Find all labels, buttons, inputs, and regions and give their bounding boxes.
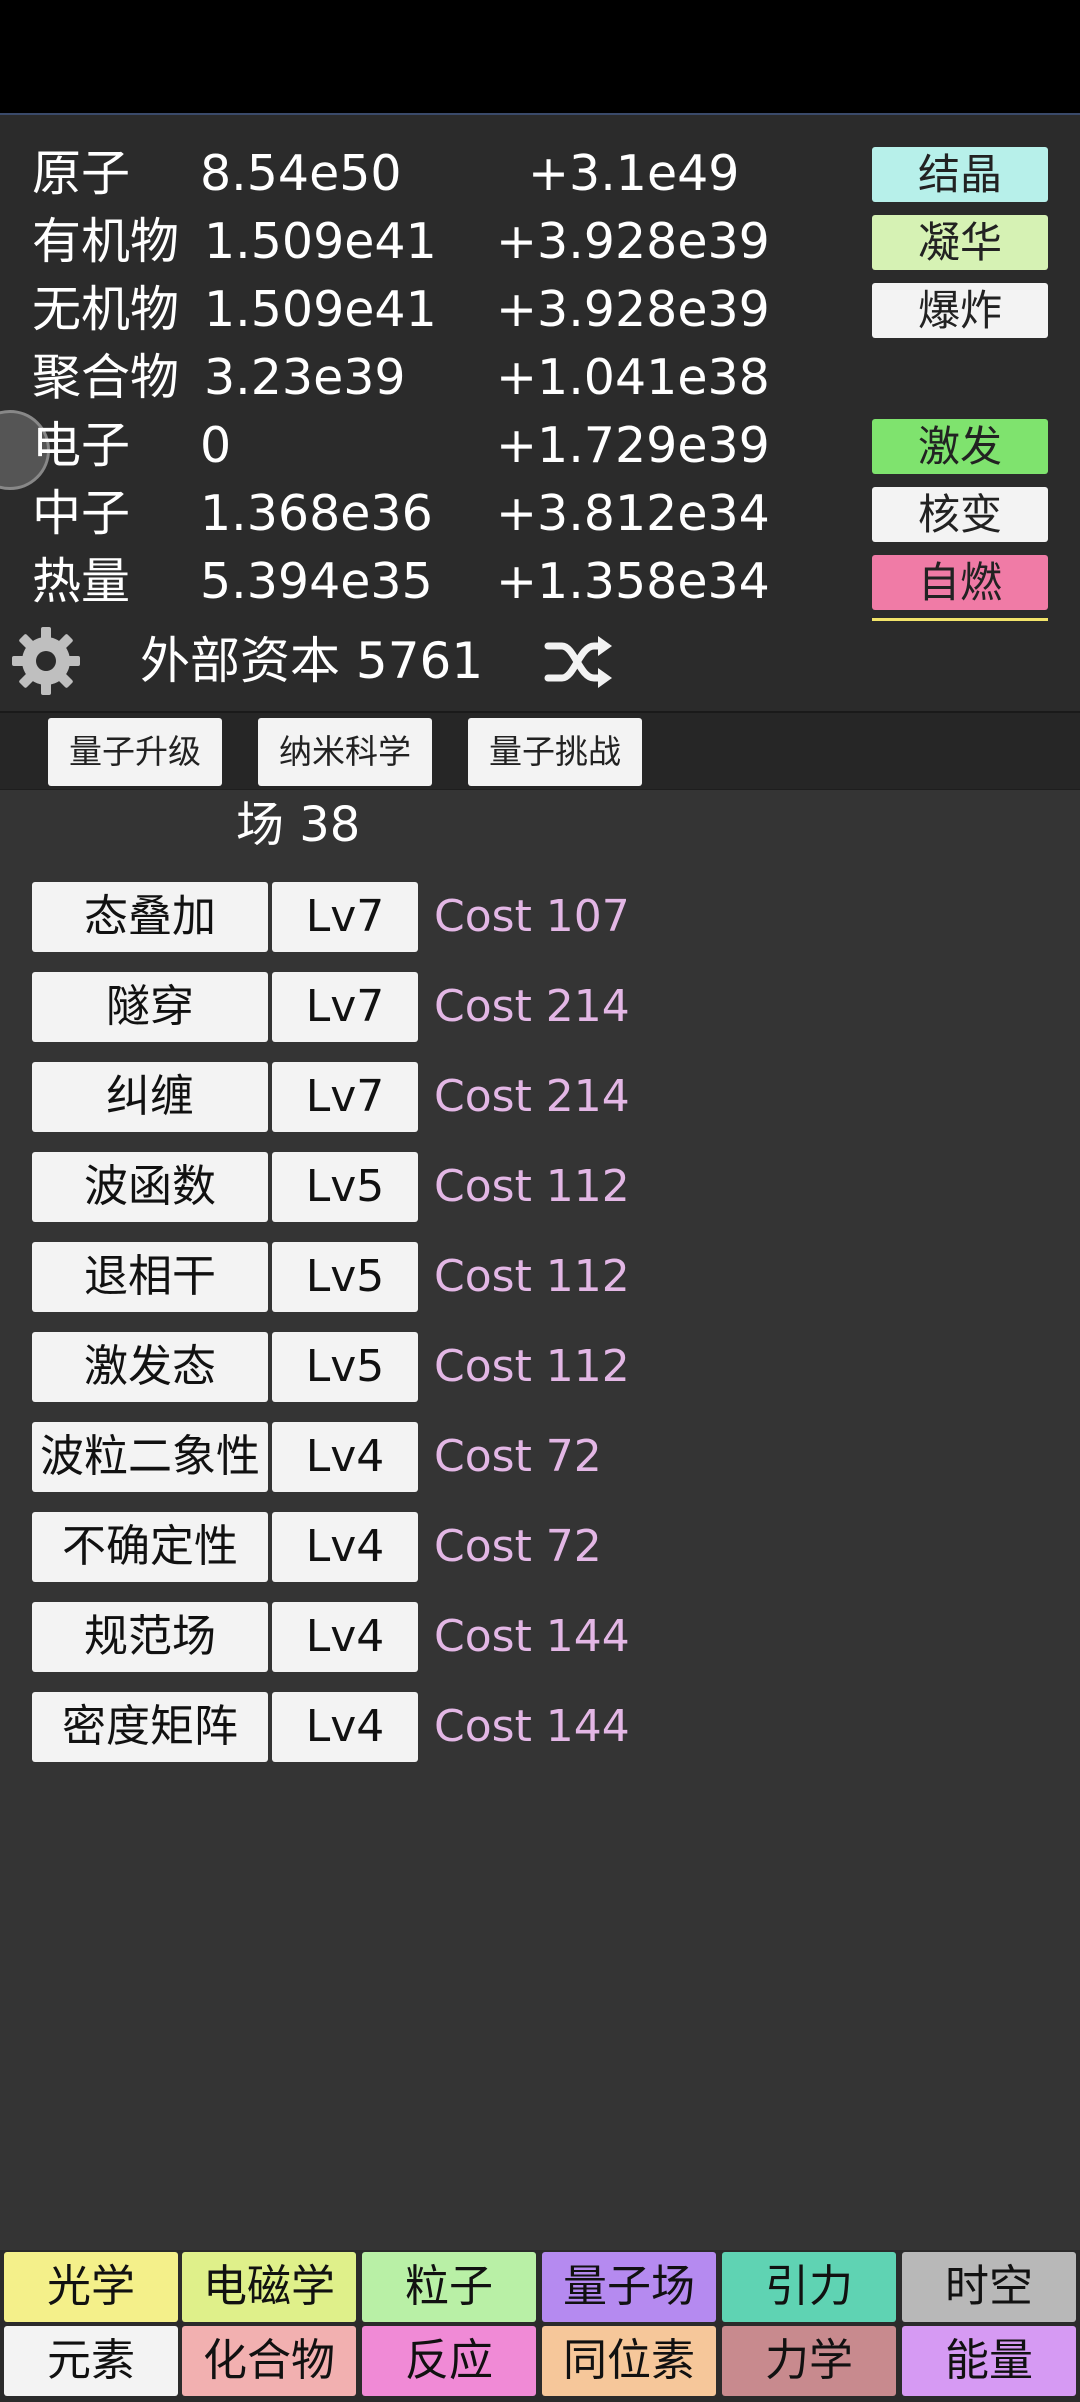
upgrade-cost: Cost 72 [434, 1521, 602, 1572]
category-energy[interactable]: 能量 [902, 2326, 1076, 2396]
resource-rate: +3.1e49 [528, 145, 740, 202]
resource-amount: 1.509e41 [204, 281, 437, 338]
resource-name: 中子 [32, 485, 131, 542]
resource-name: 电子 [32, 417, 131, 474]
category-reactions[interactable]: 反应 [362, 2326, 536, 2396]
tab-quantum-challenge[interactable]: 量子挑战 [468, 718, 642, 786]
progress-indicator-line [872, 618, 1048, 621]
upgrade-cost: Cost 214 [434, 981, 630, 1032]
upgrade-level-button[interactable]: Lv5 [272, 1242, 418, 1312]
resource-name: 有机物 [32, 213, 180, 270]
upgrade-level-button[interactable]: Lv5 [272, 1332, 418, 1402]
resource-amount: 8.54e50 [200, 145, 402, 202]
resource-amount: 3.23e39 [204, 349, 406, 406]
crystallize-button[interactable]: 结晶 [872, 147, 1048, 202]
upgrade-name-button[interactable]: 退相干 [32, 1242, 268, 1312]
upgrade-level-button[interactable]: Lv7 [272, 972, 418, 1042]
sublimate-button[interactable]: 凝华 [872, 215, 1048, 270]
resource-rate: +3.928e39 [496, 213, 770, 270]
category-isotopes[interactable]: 同位素 [542, 2326, 716, 2396]
nuclear-change-button[interactable]: 核变 [872, 487, 1048, 542]
upgrade-level-button[interactable]: Lv5 [272, 1152, 418, 1222]
gear-icon[interactable] [10, 625, 82, 697]
self-ignite-button[interactable]: 自燃 [872, 555, 1048, 610]
upgrade-cost: Cost 112 [434, 1251, 630, 1302]
upgrade-level-button[interactable]: Lv4 [272, 1602, 418, 1672]
tab-nano-science[interactable]: 纳米科学 [258, 718, 432, 786]
resource-name: 原子 [32, 145, 131, 202]
category-quantum-field[interactable]: 量子场 [542, 2252, 716, 2322]
resource-rate: +1.729e39 [496, 417, 770, 474]
shuffle-icon[interactable] [544, 632, 614, 692]
excite-button[interactable]: 激发 [872, 419, 1048, 474]
category-elements[interactable]: 元素 [4, 2326, 178, 2396]
upgrade-level-button[interactable]: Lv4 [272, 1512, 418, 1582]
resource-name: 热量 [32, 553, 131, 610]
resource-name: 无机物 [32, 281, 180, 338]
resource-rate: +1.041e38 [496, 349, 770, 406]
upgrade-cost: Cost 112 [434, 1161, 630, 1212]
upgrade-level-button[interactable]: Lv4 [272, 1422, 418, 1492]
resource-amount: 1.509e41 [204, 213, 437, 270]
upgrade-level-button[interactable]: Lv4 [272, 1692, 418, 1762]
upgrade-cost: Cost 144 [434, 1701, 630, 1752]
upgrade-name-button[interactable]: 波粒二象性 [32, 1422, 268, 1492]
resource-rate: +3.928e39 [496, 281, 770, 338]
category-spacetime[interactable]: 时空 [902, 2252, 1076, 2322]
upgrade-level-button[interactable]: Lv7 [272, 1062, 418, 1132]
upgrade-name-button[interactable]: 波函数 [32, 1152, 268, 1222]
upgrade-name-button[interactable]: 密度矩阵 [32, 1692, 268, 1762]
upgrade-level-button[interactable]: Lv7 [272, 882, 418, 952]
tab-quantum-upgrade[interactable]: 量子升级 [48, 718, 222, 786]
category-mechanics[interactable]: 力学 [722, 2326, 896, 2396]
upgrade-name-button[interactable]: 不确定性 [32, 1512, 268, 1582]
upgrade-name-button[interactable]: 纠缠 [32, 1062, 268, 1132]
resource-amount: 0 [200, 417, 232, 474]
field-count: 场 38 [236, 797, 361, 853]
upgrade-cost: Cost 72 [434, 1431, 602, 1482]
category-gravity[interactable]: 引力 [722, 2252, 896, 2322]
resource-rate: +3.812e34 [496, 485, 770, 542]
upgrade-name-button[interactable]: 激发态 [32, 1332, 268, 1402]
upgrade-cost: Cost 144 [434, 1611, 630, 1662]
category-compounds[interactable]: 化合物 [182, 2326, 356, 2396]
resource-amount: 1.368e36 [200, 485, 433, 542]
upgrade-name-button[interactable]: 态叠加 [32, 882, 268, 952]
explode-button[interactable]: 爆炸 [872, 283, 1048, 338]
category-particles[interactable]: 粒子 [362, 2252, 536, 2322]
resource-rate: +1.358e34 [496, 553, 770, 610]
category-electromagnetism[interactable]: 电磁学 [182, 2252, 356, 2322]
external-capital-label: 外部资本 5761 [140, 632, 484, 690]
divider [0, 711, 1080, 713]
upgrade-name-button[interactable]: 隧穿 [32, 972, 268, 1042]
resource-amount: 5.394e35 [200, 553, 433, 610]
category-optics[interactable]: 光学 [4, 2252, 178, 2322]
upgrade-cost: Cost 112 [434, 1341, 630, 1392]
resource-name: 聚合物 [32, 349, 180, 406]
upgrade-cost: Cost 214 [434, 1071, 630, 1122]
upgrade-cost: Cost 107 [434, 891, 630, 942]
upgrade-name-button[interactable]: 规范场 [32, 1602, 268, 1672]
